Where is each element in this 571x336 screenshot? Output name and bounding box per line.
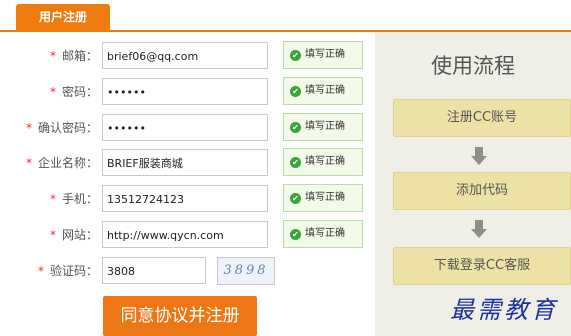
captcha-image[interactable]: 3898 [217, 257, 275, 285]
required-mark: * [49, 85, 56, 99]
required-mark: * [49, 228, 56, 242]
password-field[interactable]: •••••• [102, 78, 268, 105]
mobile-label: * 手机： [49, 192, 98, 206]
step-download-login-cc: 下载登录CC客服 [393, 247, 571, 285]
step-register-cc-account: 注册CC账号 [393, 99, 571, 137]
arrow-down-icon [471, 147, 487, 165]
confirm-password-status: ✔ 填写正确 [283, 113, 363, 141]
agree-register-button[interactable]: 同意协议并注册 [103, 296, 257, 336]
captcha-field[interactable]: 3808 [102, 257, 206, 284]
website-field[interactable]: http://www.qycn.com [102, 221, 268, 248]
email-status: ✔ 填写正确 [283, 41, 363, 69]
check-icon: ✔ [290, 193, 301, 204]
company-name-status: ✔ 填写正确 [283, 148, 363, 176]
required-mark: * [25, 121, 32, 135]
website-status: ✔ 填写正确 [283, 220, 363, 248]
email-field[interactable]: brief06@qq.com [102, 42, 268, 69]
password-label: * 密码： [49, 85, 98, 99]
check-icon: ✔ [290, 50, 301, 61]
required-mark: * [25, 156, 32, 170]
required-mark: * [49, 192, 56, 206]
check-icon: ✔ [290, 86, 301, 97]
confirm-password-label: * 确认密码： [25, 121, 98, 135]
company-name-label: * 企业名称： [25, 156, 98, 170]
watermark: 最需教育 [450, 296, 558, 324]
website-label: * 网站： [49, 228, 98, 242]
password-status: ✔ 填写正确 [283, 77, 363, 105]
company-name-field[interactable]: BRIEF服装商城 [102, 149, 268, 176]
captcha-label: * 验证码： [37, 264, 98, 278]
check-icon: ✔ [290, 157, 301, 168]
confirm-password-field[interactable]: •••••• [102, 114, 268, 141]
step-add-code: 添加代码 [393, 172, 571, 210]
check-icon: ✔ [290, 122, 301, 133]
email-label: * 邮箱： [49, 49, 98, 63]
check-icon: ✔ [290, 229, 301, 240]
mobile-status: ✔ 填写正确 [283, 184, 363, 212]
tab-register[interactable]: 用户注册 [16, 4, 110, 31]
mobile-field[interactable]: 13512724123 [102, 185, 268, 212]
usage-flow-title: 使用流程 [431, 54, 515, 78]
arrow-down-icon [471, 220, 487, 238]
required-mark: * [37, 264, 44, 278]
required-mark: * [49, 49, 56, 63]
